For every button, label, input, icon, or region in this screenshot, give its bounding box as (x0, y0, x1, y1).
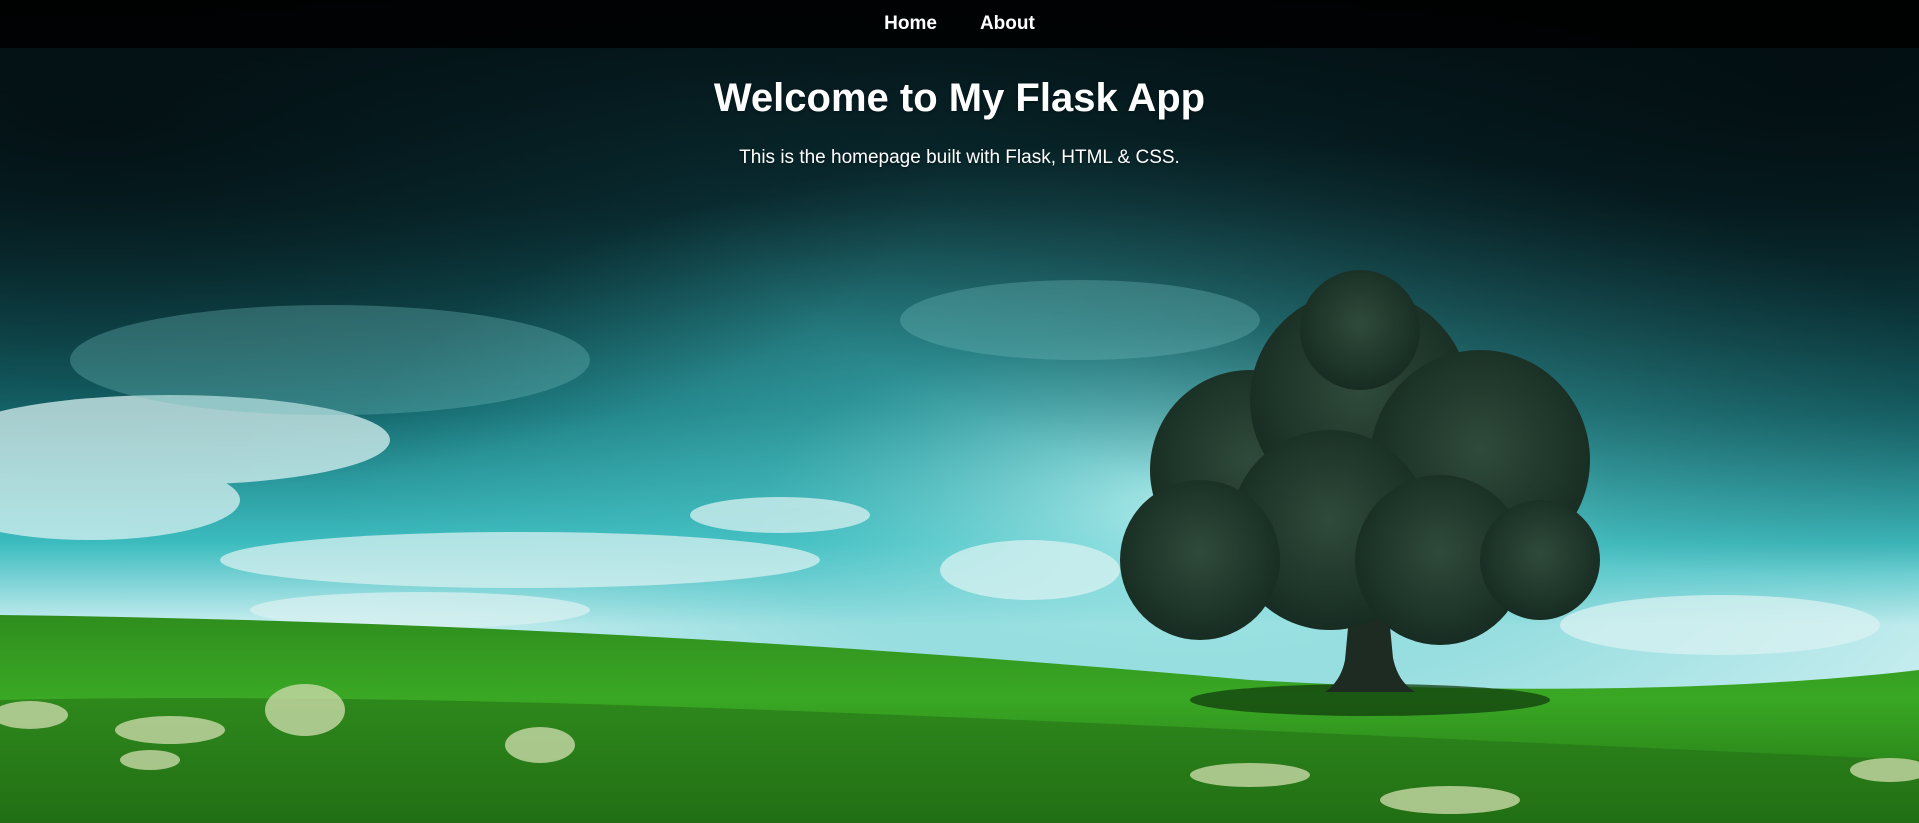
page-subtitle: This is the homepage built with Flask, H… (739, 147, 1180, 168)
hero-section: Welcome to My Flask App This is the home… (0, 48, 1919, 169)
page-title: Welcome to My Flask App (713, 76, 1206, 120)
nav-link-home[interactable]: Home (884, 13, 937, 35)
page: Home About Welcome to My Flask App This … (0, 0, 1919, 823)
top-navbar: Home About (0, 0, 1919, 48)
nav-link-about[interactable]: About (980, 13, 1035, 35)
